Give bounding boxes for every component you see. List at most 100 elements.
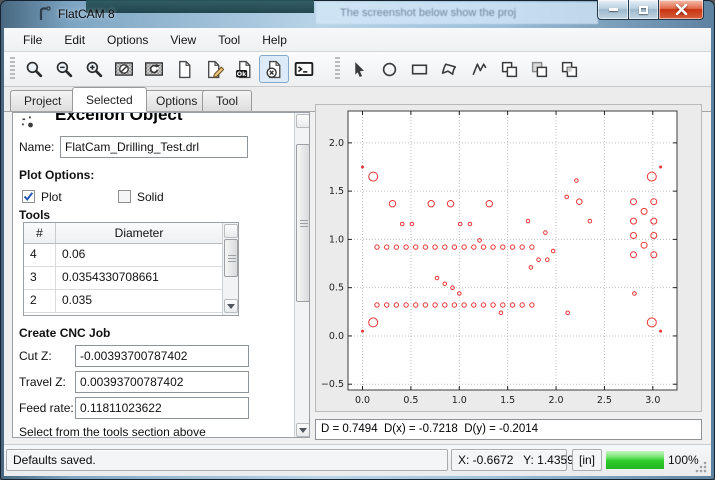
- feed-rate-input[interactable]: [75, 397, 249, 419]
- plot-canvas[interactable]: 0.00.51.01.52.02.53.0−0.50.00.51.01.52.0: [315, 104, 702, 412]
- shell-button[interactable]: [289, 55, 319, 83]
- travel-z-input[interactable]: [75, 371, 249, 393]
- toolbar-handle[interactable]: [10, 57, 15, 81]
- panel-scrollbar-thumb[interactable]: [296, 144, 310, 302]
- maximize-button[interactable]: [628, 0, 659, 20]
- cut-z-input[interactable]: [75, 345, 249, 367]
- name-input[interactable]: [60, 136, 248, 158]
- menu-view[interactable]: View: [159, 30, 207, 50]
- tools-table[interactable]: # Diameter 40.0630.035433070866120.035: [23, 222, 239, 316]
- tab-selected[interactable]: Selected: [72, 87, 147, 112]
- toolbar: Ok: [4, 52, 711, 87]
- thumb-grip: [228, 255, 236, 262]
- svg-text:0.0: 0.0: [355, 395, 370, 406]
- resize-grip-icon[interactable]: [695, 461, 707, 473]
- zoom-fit-button[interactable]: [19, 55, 49, 83]
- draw-polygon-button[interactable]: [434, 55, 464, 83]
- panel-scrollbar[interactable]: [294, 113, 310, 438]
- replot-button[interactable]: [139, 55, 169, 83]
- scroll-up-button[interactable]: [224, 224, 238, 238]
- cancel-file-icon: [265, 60, 284, 79]
- clear-plot-button[interactable]: [109, 55, 139, 83]
- rectangle-tool-icon: [410, 60, 429, 79]
- union-button[interactable]: [494, 55, 524, 83]
- svg-text:0.5: 0.5: [403, 395, 418, 406]
- arrow-down-icon: [299, 428, 307, 433]
- subtract-icon: [530, 60, 549, 79]
- zoom-out-button[interactable]: [49, 55, 79, 83]
- subtract-button[interactable]: [524, 55, 554, 83]
- travel-z-label: Travel Z:: [19, 375, 66, 389]
- zoom-out-icon: [55, 60, 74, 79]
- tool-number-cell[interactable]: 2: [24, 290, 56, 312]
- union-icon: [500, 60, 519, 79]
- circle-tool-icon: [380, 60, 399, 79]
- svg-text:2.5: 2.5: [597, 395, 612, 406]
- solid-checkbox[interactable]: [118, 190, 131, 203]
- table-row[interactable]: 20.035: [24, 290, 238, 313]
- plot-checkbox[interactable]: [22, 190, 35, 203]
- cancel-file-button[interactable]: [259, 55, 289, 83]
- intersect-icon: [560, 60, 579, 79]
- plot-checkbox-label[interactable]: Plot: [41, 190, 62, 204]
- tool-number-cell[interactable]: 4: [24, 244, 56, 266]
- new-file-icon: [175, 60, 194, 79]
- menu-tool[interactable]: Tool: [207, 30, 251, 50]
- content-area: Excellon Object Name: Plot Options: Plot…: [4, 112, 711, 444]
- shell-icon: [294, 59, 314, 79]
- intersect-button[interactable]: [554, 55, 584, 83]
- zoom-in-button[interactable]: [79, 55, 109, 83]
- table-row[interactable]: 40.06: [24, 244, 238, 267]
- tab-project[interactable]: Project: [10, 90, 75, 111]
- minimize-button[interactable]: [597, 0, 628, 20]
- table-row[interactable]: 30.0354330708661: [24, 267, 238, 290]
- create-cnc-job-label: Create CNC Job: [19, 326, 110, 340]
- edit-file-button[interactable]: [199, 55, 229, 83]
- zoom-in-icon: [85, 60, 104, 79]
- svg-text:0.0: 0.0: [329, 331, 344, 342]
- plot-svg: 0.00.51.01.52.02.53.0−0.50.00.51.01.52.0: [316, 105, 701, 411]
- scroll-down-button[interactable]: [224, 299, 238, 313]
- new-file-button[interactable]: [169, 55, 199, 83]
- cut-z-label: Cut Z:: [19, 349, 52, 363]
- arrow-down-icon: [227, 304, 235, 309]
- menu-edit[interactable]: Edit: [53, 30, 96, 50]
- close-button[interactable]: [659, 0, 704, 20]
- feed-rate-label: Feed rate:: [19, 401, 74, 415]
- maximize-icon: [639, 6, 648, 14]
- tab-options[interactable]: Options: [142, 90, 211, 111]
- tool-diameter-cell[interactable]: 0.0354330708661: [56, 267, 238, 289]
- window-title: FlatCAM 8: [58, 7, 115, 21]
- menu-file[interactable]: File: [12, 30, 53, 50]
- solid-checkbox-label[interactable]: Solid: [137, 190, 164, 204]
- svg-text:−0.5: −0.5: [321, 379, 344, 390]
- tool-diameter-cell[interactable]: 0.06: [56, 244, 238, 266]
- scroll-up-button[interactable]: [296, 114, 310, 128]
- selected-object-panel: Excellon Object Name: Plot Options: Plot…: [12, 112, 310, 438]
- table-scrollbar-thumb[interactable]: [224, 239, 238, 277]
- window-controls: [597, 0, 704, 21]
- draw-path-button[interactable]: [464, 55, 494, 83]
- column-header-number[interactable]: #: [24, 223, 56, 243]
- background-bleed-block: [86, 0, 314, 13]
- plot-options-label: Plot Options:: [19, 168, 94, 182]
- draw-rectangle-button[interactable]: [404, 55, 434, 83]
- accept-file-button[interactable]: Ok: [229, 55, 259, 83]
- clear-plot-icon: [114, 59, 134, 79]
- replot-icon: [144, 59, 164, 79]
- draw-circle-button[interactable]: [374, 55, 404, 83]
- tool-diameter-cell[interactable]: 0.035: [56, 290, 238, 312]
- menu-options[interactable]: Options: [96, 30, 159, 50]
- name-label: Name:: [19, 140, 54, 154]
- table-scrollbar[interactable]: [222, 223, 238, 315]
- tool-number-cell[interactable]: 3: [24, 267, 56, 289]
- column-header-diameter[interactable]: Diameter: [56, 223, 238, 243]
- svg-text:1.0: 1.0: [329, 234, 344, 245]
- menu-help[interactable]: Help: [251, 30, 298, 50]
- toolbar-handle[interactable]: [335, 57, 340, 81]
- title-bar[interactable]: The screenshot below show the proj FlatC…: [0, 0, 715, 28]
- pointer-tool-button[interactable]: [344, 55, 374, 83]
- tab-tool[interactable]: Tool: [202, 90, 252, 111]
- scroll-down-button[interactable]: [296, 423, 310, 437]
- excellon-object-icon: [21, 115, 39, 133]
